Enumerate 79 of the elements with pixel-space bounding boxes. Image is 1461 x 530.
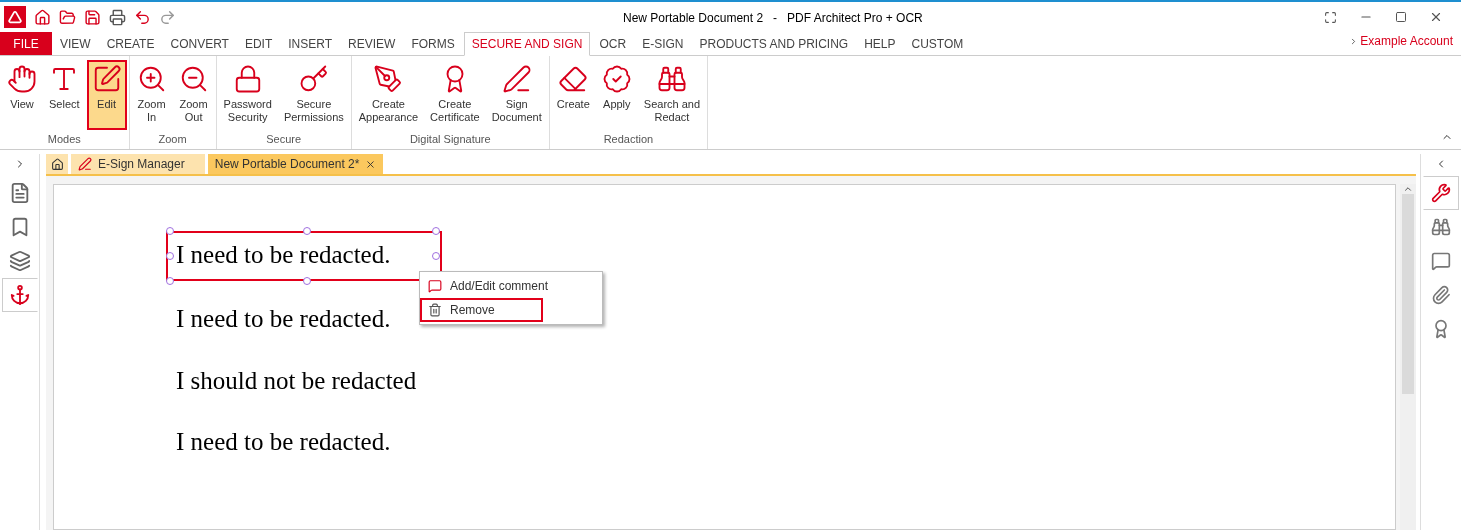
ribbon-button[interactable]: Search and Redact: [638, 60, 706, 130]
ribbon-group-label: Secure: [265, 131, 303, 147]
ribbon-button[interactable]: Select: [44, 60, 85, 130]
signature-icon: [373, 64, 404, 94]
menu-tab[interactable]: HELP: [857, 32, 903, 55]
close-icon[interactable]: [1429, 10, 1443, 24]
trash-icon: [428, 303, 442, 317]
ribbon-button[interactable]: Password Security: [218, 60, 277, 130]
menu-tab[interactable]: VIEW: [53, 32, 98, 55]
binoculars-icon: [656, 64, 687, 94]
ribbon-group-label: Redaction: [602, 131, 655, 147]
ribbon-button[interactable]: Sign Document: [486, 60, 547, 130]
folder-icon[interactable]: [59, 8, 76, 26]
ribbon-group-label: Digital Signature: [408, 131, 492, 147]
home-icon: [50, 157, 64, 171]
close-tab-icon[interactable]: [365, 158, 377, 170]
undo-icon[interactable]: [134, 8, 151, 26]
ribbon-button[interactable]: Apply: [596, 60, 637, 130]
ribbon-button[interactable]: View: [2, 60, 42, 130]
fullscreen-icon[interactable]: [1324, 10, 1337, 24]
wrench-icon: [1431, 183, 1451, 203]
account-link[interactable]: Example Account: [1349, 32, 1453, 50]
ribbon-group-label: Zoom: [157, 131, 188, 147]
home-tab[interactable]: [46, 154, 68, 174]
resize-handle[interactable]: [303, 277, 311, 285]
ribbon-button[interactable]: Zoom In: [131, 60, 172, 130]
anchor-icon: [8, 284, 31, 306]
document-tab[interactable]: E-Sign Manager: [71, 154, 205, 174]
hand-icon: [7, 64, 37, 94]
resize-handle[interactable]: [166, 227, 174, 235]
ribbon-button[interactable]: Create Certificate: [425, 60, 485, 130]
key-icon: [298, 64, 329, 94]
resize-handle[interactable]: [303, 227, 311, 235]
save-icon[interactable]: [84, 8, 101, 26]
side-panel-button[interactable]: [1, 278, 38, 312]
document-text: I need to be redacted.: [175, 304, 392, 334]
context-menu-item[interactable]: Remove: [420, 298, 543, 322]
binoculars-icon: [1431, 217, 1451, 237]
home-icon[interactable]: [34, 8, 51, 26]
menu-tab[interactable]: CREATE: [99, 32, 162, 55]
ribbon-button[interactable]: Edit: [86, 60, 127, 130]
ribbon-button[interactable]: Create Appearance: [353, 60, 424, 130]
side-panel-button[interactable]: [1423, 176, 1459, 210]
ribbon-button[interactable]: Create: [551, 60, 595, 130]
file-tab[interactable]: FILE: [0, 32, 52, 55]
layers-icon: [8, 250, 31, 272]
pen-icon: [78, 157, 92, 171]
menu-tab[interactable]: CONVERT: [163, 32, 236, 55]
eraser-icon: [558, 64, 589, 94]
redo-icon[interactable]: [159, 8, 176, 26]
ribbon-button[interactable]: Secure Permissions: [278, 60, 349, 130]
resize-handle[interactable]: [432, 252, 440, 260]
maximize-icon[interactable]: [1395, 11, 1407, 23]
app-logo-icon: [4, 6, 26, 28]
resize-handle[interactable]: [166, 252, 174, 260]
paperclip-icon: [1431, 285, 1451, 305]
menu-tab[interactable]: FORMS: [404, 32, 462, 55]
menu-tab[interactable]: SECURE AND SIGN: [463, 32, 591, 56]
resize-handle[interactable]: [166, 277, 174, 285]
comment-icon: [1431, 251, 1451, 271]
menu-tab[interactable]: E-SIGN: [635, 32, 691, 55]
menu-tab[interactable]: INSERT: [281, 32, 340, 55]
eraser-check-icon: [601, 64, 632, 94]
resize-handle[interactable]: [432, 227, 440, 235]
scroll-up-icon[interactable]: [1403, 184, 1413, 194]
document-tab[interactable]: New Portable Document 2*: [207, 154, 384, 174]
menu-tab[interactable]: CUSTOM: [904, 32, 971, 55]
pen-icon: [501, 64, 532, 94]
menu-tab[interactable]: REVIEW: [341, 32, 403, 55]
print-icon[interactable]: [109, 8, 126, 26]
ribbon-group-label: Modes: [46, 131, 82, 147]
document-text: I need to be redacted.: [175, 427, 392, 457]
window-title: New Portable Document 2 - PDF Architect Pro + OCR: [623, 10, 923, 27]
ribbon-button[interactable]: Zoom Out: [173, 60, 214, 130]
menu-tab[interactable]: PRODUCTS AND PRICING: [692, 32, 856, 55]
menu-tab[interactable]: OCR: [592, 32, 634, 55]
document-text: I should not be redacted: [175, 365, 418, 396]
menu-tab[interactable]: EDIT: [237, 32, 280, 55]
comment-icon: [428, 279, 442, 293]
